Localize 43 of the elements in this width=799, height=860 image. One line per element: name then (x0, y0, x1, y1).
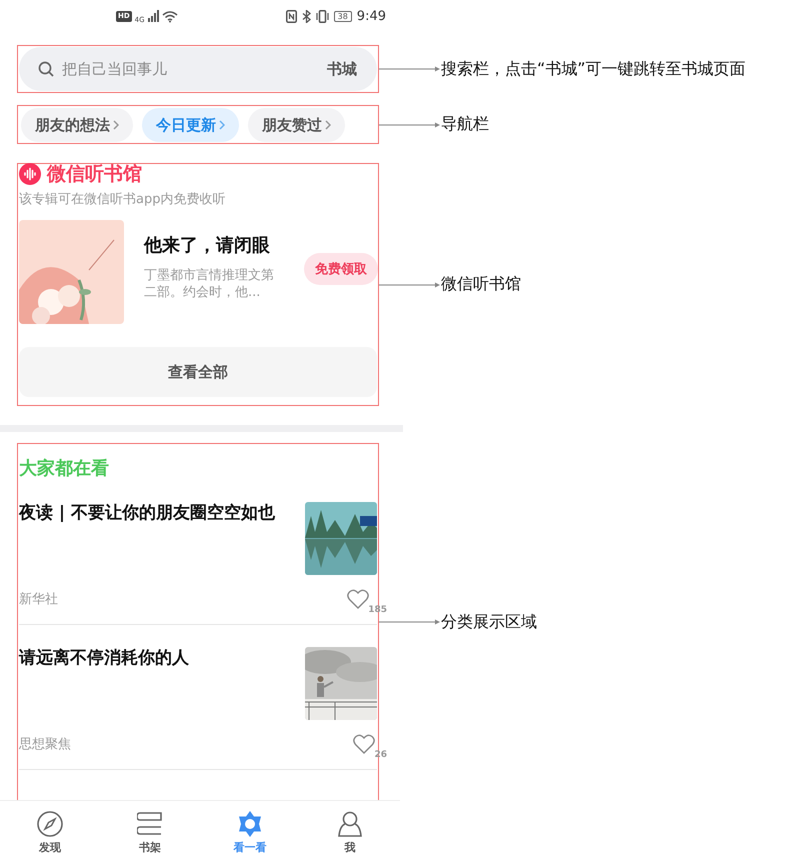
vibrate-icon (316, 10, 329, 22)
leader-line (379, 280, 441, 288)
like-icon[interactable] (347, 589, 370, 609)
nfc-icon (286, 10, 297, 22)
annotation-label: 微信听书馆 (441, 274, 522, 295)
tab-item[interactable]: 书架 (100, 801, 200, 860)
compass-icon (37, 811, 63, 837)
leader-line (379, 65, 441, 73)
battery-icon: 38 (334, 10, 352, 22)
tab-item[interactable]: 发现 (0, 801, 100, 860)
nav-chip[interactable]: 朋友赞过 (248, 108, 345, 142)
annotation-label: 分类展示区域 (441, 612, 538, 632)
book-title: 他来了，请闭眼 (144, 234, 271, 257)
bookstore-link[interactable]: 书城 (327, 60, 357, 78)
bluetooth-icon (302, 10, 311, 22)
view-all-button[interactable]: 查看全部 (19, 347, 377, 397)
annotation-label: 搜索栏，点击“书城”可一键跳转至书城页面 (441, 58, 747, 80)
article-source: 思想聚焦 (19, 736, 71, 753)
article-title[interactable]: 夜读 | 不要让你的朋友圈空空如也 (19, 501, 305, 575)
article-source: 新华社 (19, 591, 58, 608)
search-icon (38, 61, 54, 77)
chevron-icon (219, 120, 225, 130)
wifi-icon (162, 10, 178, 22)
article-title[interactable]: 请远离不停消耗你的人 (19, 646, 305, 720)
book-description: 丁墨都市言情推理文第二部。约会时，他... (144, 267, 275, 301)
audio-logo-icon (19, 163, 41, 185)
section-title: 大家都在看 (19, 457, 110, 480)
leader-line (379, 618, 441, 626)
books-icon (137, 811, 163, 837)
annotation-label: 导航栏 (441, 114, 490, 135)
signal-icon (148, 10, 159, 22)
section-subtitle: 该专辑可在微信听书app内免费收听 (19, 191, 226, 208)
clock: 9:49 (356, 8, 386, 24)
tab-item[interactable]: 我 (300, 801, 400, 860)
leader-line (379, 120, 441, 128)
star-icon (237, 811, 263, 837)
section-title: 微信听书馆 (47, 162, 142, 187)
chevron-icon (113, 120, 119, 130)
chevron-icon (325, 120, 331, 130)
search-field[interactable]: 把自己当回事儿 书城 (19, 47, 377, 91)
nav-chip[interactable]: 朋友的想法 (21, 108, 133, 142)
like-icon[interactable] (353, 734, 376, 754)
person-icon (337, 811, 363, 837)
